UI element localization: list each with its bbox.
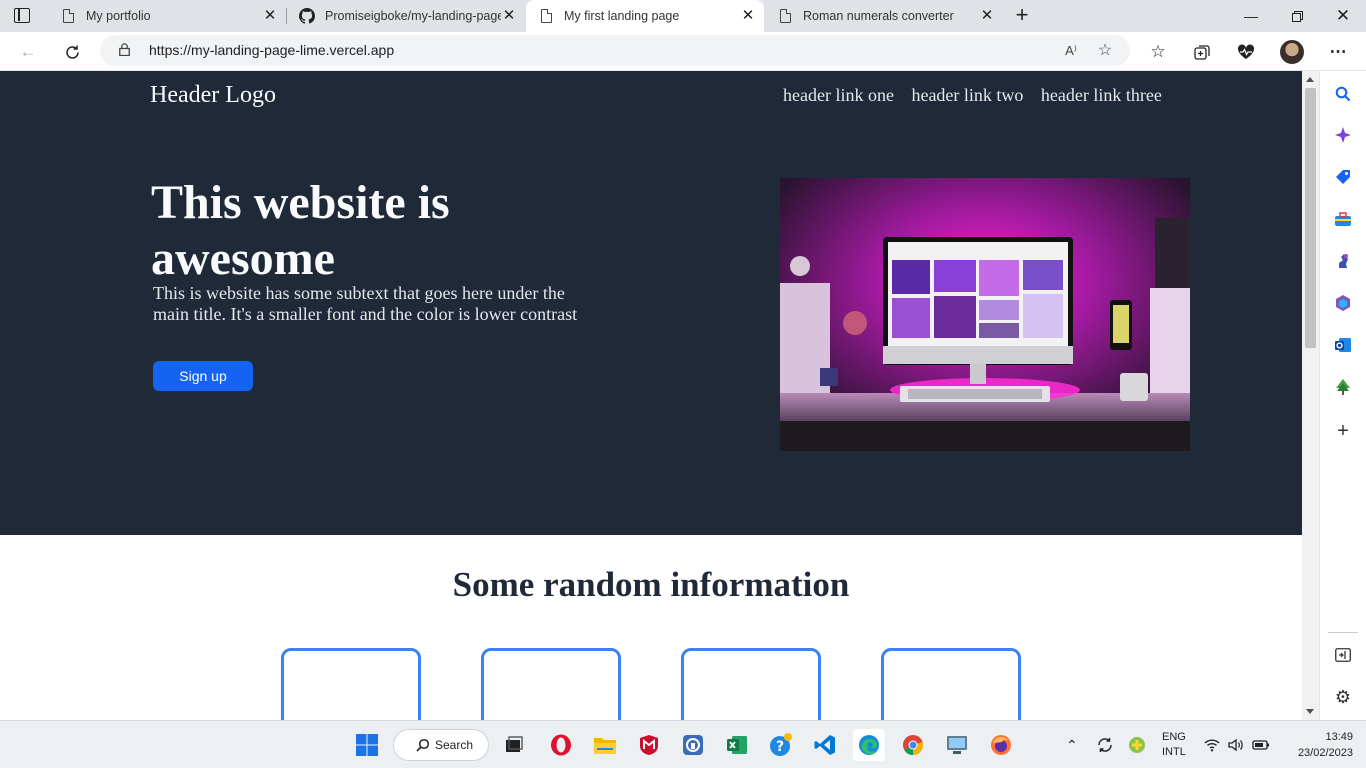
sync-icon[interactable]: [1096, 721, 1114, 769]
browser-toolbar: ← https://my-landing-page-lime.vercel.ap…: [0, 32, 1366, 71]
search-icon: [416, 738, 430, 755]
tab-title: Roman numerals converter: [803, 9, 954, 23]
clock[interactable]: 13:49 23/02/2023: [1285, 721, 1353, 769]
tab-my-first-landing-page[interactable]: My first landing page ✕: [526, 0, 764, 32]
info-card: [481, 648, 621, 720]
page-icon: [538, 8, 554, 24]
input-language[interactable]: ENG INTL: [1162, 721, 1186, 769]
back-arrow-icon[interactable]: ←: [14, 38, 42, 66]
header-link-three[interactable]: header link three: [1041, 85, 1162, 105]
browser-essentials-icon[interactable]: [1232, 38, 1260, 66]
clock-date: 23/02/2023: [1297, 747, 1353, 759]
header-nav: header link one header link two header l…: [783, 85, 1175, 106]
info-section-title: Some random information: [452, 565, 850, 604]
tab-title: Promiseigboke/my-landing-page: [325, 9, 501, 23]
favorites-icon[interactable]: ☆: [1144, 38, 1172, 66]
excel-icon[interactable]: [721, 729, 753, 761]
windows-taskbar: Search ? ⌃ ENG INTL 13:49 23/02/2023: [0, 720, 1366, 768]
url-host: my-landing-page-lime.vercel.app: [191, 42, 395, 58]
opera-icon[interactable]: [545, 729, 577, 761]
language-code: ENG: [1162, 731, 1186, 743]
hero-subtext: This is website has some subtext that go…: [153, 283, 578, 324]
settings-gear-icon[interactable]: ⚙: [1333, 687, 1353, 707]
add-favorite-icon[interactable]: ☆: [1094, 40, 1116, 62]
profile-avatar[interactable]: [1280, 40, 1304, 64]
header-link-one[interactable]: header link one: [783, 85, 894, 105]
hero-title: This website is awesome: [151, 176, 450, 285]
sidebar-hide-icon[interactable]: [1333, 645, 1353, 665]
info-card: [281, 648, 421, 720]
sign-up-button[interactable]: Sign up: [153, 361, 253, 391]
drop-icon[interactable]: [1333, 377, 1353, 397]
tab-bar: My portfolio ✕ Promiseigboke/my-landing-…: [0, 0, 1366, 32]
close-icon[interactable]: ✕: [501, 8, 517, 24]
close-icon[interactable]: ✕: [262, 8, 278, 24]
github-icon: [299, 8, 315, 24]
url-text[interactable]: https://my-landing-page-lime.vercel.app: [149, 42, 394, 58]
header-logo[interactable]: Header Logo: [150, 82, 276, 109]
app-icon[interactable]: [677, 729, 709, 761]
more-options-icon[interactable]: ⋯: [1324, 38, 1352, 66]
show-hidden-icons[interactable]: ⌃: [1066, 721, 1078, 769]
url-scheme: https://: [149, 42, 192, 58]
edge-icon[interactable]: [853, 729, 885, 761]
page-icon: [777, 8, 793, 24]
hero-image: [780, 178, 1190, 451]
scroll-down-arrow[interactable]: [1306, 709, 1314, 714]
close-window-button[interactable]: ✕: [1320, 0, 1366, 32]
header-link-two[interactable]: header link two: [911, 85, 1023, 105]
restore-button[interactable]: [1274, 0, 1320, 32]
new-tab-button[interactable]: +: [1010, 4, 1034, 28]
outlook-icon[interactable]: [1333, 335, 1353, 355]
page-scrollbar[interactable]: [1302, 71, 1319, 720]
mcafee-icon[interactable]: [633, 729, 665, 761]
close-icon[interactable]: ✕: [979, 8, 995, 24]
address-bar[interactable]: https://my-landing-page-lime.vercel.app …: [100, 35, 1130, 66]
keyboard-layout: INTL: [1162, 746, 1186, 758]
scroll-up-arrow[interactable]: [1306, 77, 1314, 82]
volume-icon[interactable]: [1228, 721, 1244, 769]
firefox-icon[interactable]: [985, 729, 1017, 761]
microsoft-365-icon[interactable]: [1333, 293, 1353, 313]
add-icon[interactable]: +: [1333, 420, 1353, 442]
info-card: [881, 648, 1021, 720]
chrome-icon[interactable]: [897, 729, 929, 761]
scrollbar-thumb[interactable]: [1305, 88, 1316, 348]
tools-icon[interactable]: [1333, 209, 1353, 229]
tab-roman-numerals[interactable]: Roman numerals converter ✕: [765, 0, 1003, 32]
page-viewport: Header Logo header link one header link …: [0, 71, 1302, 720]
file-explorer-icon[interactable]: [589, 729, 621, 761]
tab-my-portfolio[interactable]: My portfolio ✕: [48, 0, 287, 32]
edge-sidebar: + ⚙: [1319, 71, 1366, 720]
windows-start-icon[interactable]: [351, 729, 383, 761]
collections-icon[interactable]: [1188, 38, 1216, 66]
battery-icon[interactable]: [1252, 721, 1270, 769]
info-card: [681, 648, 821, 720]
close-icon[interactable]: ✕: [740, 8, 756, 24]
tab-title: My first landing page: [564, 9, 680, 23]
tab-actions-icon[interactable]: [14, 8, 30, 23]
read-aloud-icon[interactable]: A⁾: [1060, 40, 1082, 62]
clock-time: 13:49: [1325, 731, 1353, 743]
vscode-icon[interactable]: [809, 729, 841, 761]
hero-section: Header Logo header link one header link …: [0, 71, 1302, 535]
search-icon[interactable]: [1333, 84, 1353, 104]
taskbar-search[interactable]: Search: [393, 729, 489, 761]
games-icon[interactable]: [1333, 251, 1353, 271]
remote-desktop-icon[interactable]: [941, 729, 973, 761]
tab-title: My portfolio: [86, 9, 151, 23]
network-status-icon[interactable]: [1128, 721, 1146, 769]
refresh-icon[interactable]: [58, 38, 86, 66]
taskbar-search-label: Search: [435, 738, 474, 752]
lock-icon[interactable]: [119, 43, 130, 56]
tab-github-repo[interactable]: Promiseigboke/my-landing-page ✕: [287, 0, 525, 32]
page-icon: [60, 8, 76, 24]
shopping-tag-icon[interactable]: [1333, 167, 1353, 187]
copilot-icon[interactable]: [1333, 125, 1353, 145]
help-icon[interactable]: ?: [765, 729, 797, 761]
task-view-icon[interactable]: [498, 729, 530, 761]
svg-text:?: ?: [776, 739, 784, 755]
minimize-button[interactable]: —: [1228, 0, 1274, 32]
wifi-icon[interactable]: [1204, 721, 1220, 769]
